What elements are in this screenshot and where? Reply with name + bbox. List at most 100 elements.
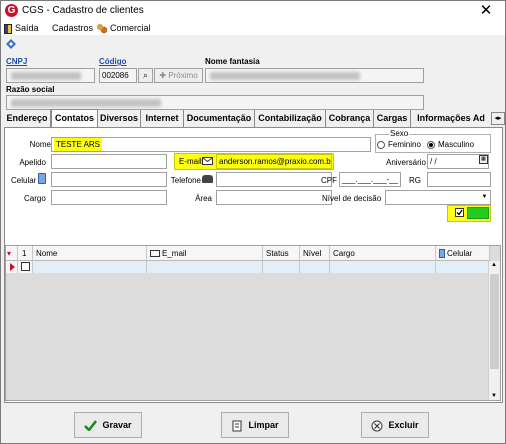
app-logo-icon: G [5, 4, 18, 17]
rg-label: RG [409, 176, 421, 185]
grid-col-nome[interactable]: Nome [33, 246, 147, 261]
scroll-up-icon[interactable]: ▲ [491, 262, 497, 268]
telefone-field[interactable] [216, 172, 332, 187]
grid-col-celular-label: Celular [447, 249, 473, 258]
limpar-button[interactable]: Limpar [221, 412, 289, 438]
grid-rownum-header: 1 [18, 246, 33, 261]
menu-comercial[interactable]: Comercial [97, 21, 151, 35]
masculino-radio[interactable] [427, 141, 435, 149]
chevron-down-icon: ▼ [481, 194, 488, 200]
tab-diversos[interactable]: Diversos [98, 110, 141, 127]
cnpj-label[interactable]: CNPJ [6, 57, 27, 66]
delete-icon [371, 420, 383, 432]
close-button[interactable]: ✕ [471, 1, 501, 21]
telephone-icon[interactable] [202, 175, 213, 183]
calendar-icon[interactable]: ▦ [479, 155, 488, 164]
grid-cell-status[interactable] [263, 261, 300, 273]
grid-col-cargo[interactable]: Cargo [330, 246, 436, 261]
grid-cell-nome[interactable] [33, 261, 147, 273]
aniversario-label: Aniversário [385, 158, 426, 167]
area-field[interactable] [216, 190, 332, 205]
grid-row-indicator [6, 261, 18, 273]
gravar-button[interactable]: Gravar [74, 412, 142, 438]
feminino-radio[interactable] [377, 141, 385, 149]
menu-comercial-label: Comercial [110, 23, 151, 33]
tab-endereco[interactable]: Endereço [4, 110, 51, 127]
cpf-field[interactable]: ___.___.___-__ [339, 172, 401, 187]
menu-saida[interactable]: Saída [4, 21, 39, 35]
cnpj-field[interactable] [6, 68, 95, 83]
razao-social-label: Razão social [6, 85, 55, 94]
limpar-label: Limpar [248, 420, 279, 430]
nome-label: Nome [29, 140, 51, 149]
binoculars-icon[interactable]: ⌕ [138, 68, 153, 83]
people-icon [97, 23, 107, 34]
excluir-label: Excluir [388, 420, 419, 430]
grid-cell-celular[interactable] [436, 261, 490, 273]
masculino-label: Masculino [438, 140, 475, 149]
apelido-label: Apelido [19, 158, 46, 167]
grid-cell-nivel[interactable] [300, 261, 330, 273]
grid-scrollbar[interactable]: ▲ ▼ [488, 261, 500, 400]
telefone-label: Telefone [170, 176, 201, 185]
email-field[interactable]: anderson.ramos@praxio.com.br [216, 154, 332, 169]
nivel-decisao-select[interactable]: ▼ [385, 190, 491, 205]
mobile-phone-icon[interactable] [38, 173, 46, 184]
nivel-decisao-label: Nível de decisão [322, 194, 382, 203]
menu-cadastros[interactable]: Cadastros [52, 21, 93, 35]
rg-field[interactable] [427, 172, 491, 187]
aniversario-value: / / [430, 157, 437, 166]
navigator-icon[interactable] [6, 39, 16, 49]
menu-saida-label: Saída [15, 23, 39, 33]
tab-informacoes-ad[interactable]: Informações Ad [411, 110, 491, 127]
sexo-label: Sexo [389, 129, 410, 138]
tab-scroll-arrows[interactable]: ◂▸ [491, 112, 505, 125]
gravar-label: Gravar [102, 420, 132, 430]
proximo-label: Próximo [168, 71, 198, 80]
celular-field[interactable] [51, 172, 167, 187]
cargo-field[interactable] [51, 190, 167, 205]
nome-field[interactable]: TESTE ARS [51, 137, 371, 152]
grid-col-email-label: E_mail [162, 249, 187, 258]
grid-cell-cargo[interactable] [330, 261, 436, 273]
scroll-down-icon[interactable]: ▼ [491, 393, 497, 399]
grid-row-checkbox-cell[interactable] [18, 261, 33, 273]
cargo-label: Cargo [24, 194, 46, 203]
active-checkbox[interactable] [455, 208, 464, 217]
scrollbar-thumb[interactable] [490, 274, 499, 369]
envelope-icon[interactable] [202, 157, 213, 165]
grid-email-icon [150, 250, 160, 258]
excluir-button[interactable]: Excluir [361, 412, 429, 438]
status-color-box[interactable] [467, 207, 489, 219]
feminino-label: Feminino [388, 140, 421, 149]
menu-bar: Saída Cadastros Comercial [1, 21, 505, 35]
grid-mobile-icon [439, 249, 445, 259]
grid-col-celular[interactable]: Celular [436, 246, 490, 261]
apelido-field[interactable] [51, 154, 167, 169]
menu-cadastros-label: Cadastros [52, 23, 94, 33]
tab-internet[interactable]: Internet [141, 110, 184, 127]
contacts-grid: ▾ 1 Nome E_mail Status Nível Cargo Celul… [5, 245, 501, 401]
plus-icon: ✚ [159, 71, 169, 80]
grid-col-status[interactable]: Status [263, 246, 300, 261]
email-label: E-mail [179, 157, 202, 166]
grid-col-email[interactable]: E_mail [147, 246, 263, 261]
tab-contabilizacao[interactable]: Contabilização [255, 110, 326, 127]
tab-strip: Endereço Contatos Diversos Internet Docu… [1, 109, 505, 128]
codigo-field[interactable]: 002086 [99, 68, 137, 83]
tab-cargas[interactable]: Cargas [374, 110, 411, 127]
nome-fantasia-field[interactable] [205, 68, 424, 83]
app-window: G CGS - Cadastro de clientes ✕ Saída Cad… [0, 0, 506, 444]
grid-row-checkbox[interactable] [21, 262, 30, 271]
eraser-icon [232, 420, 242, 432]
tab-cobranca[interactable]: Cobrança [326, 110, 374, 127]
grid-col-nivel[interactable]: Nível [300, 246, 330, 261]
celular-label: Celular [11, 176, 37, 185]
tab-documentacao[interactable]: Documentação [184, 110, 255, 127]
cpf-label: CPF [321, 176, 337, 185]
tab-contatos[interactable]: Contatos [51, 109, 98, 128]
grid-cell-email[interactable] [147, 261, 263, 273]
razao-social-field[interactable] [6, 95, 424, 110]
codigo-label[interactable]: Código [99, 57, 127, 66]
proximo-button[interactable]: ✚ Próximo [154, 68, 203, 83]
